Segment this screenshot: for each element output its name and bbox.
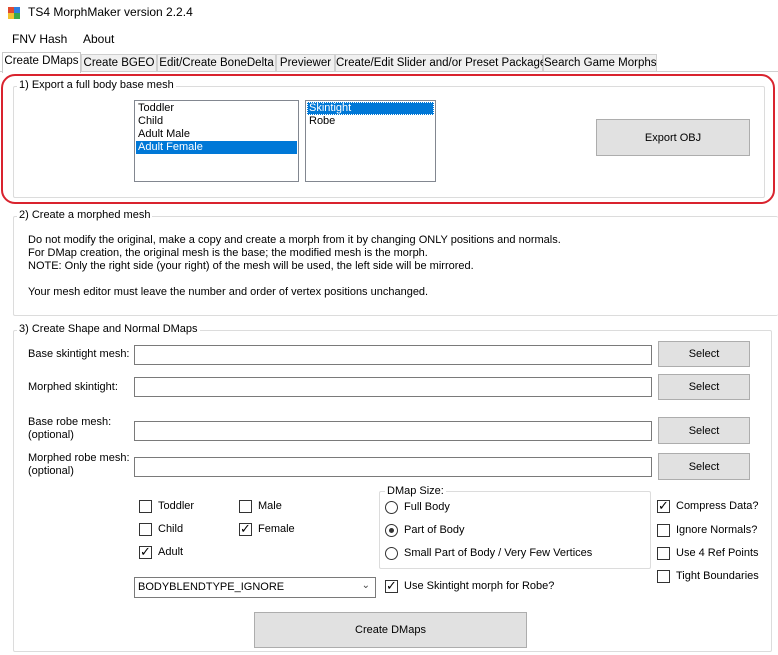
adult-label: Adult: [158, 546, 184, 558]
list-item-selected[interactable]: Adult Female: [136, 141, 297, 154]
window-title: TS4 MorphMaker version 2.2.4: [28, 5, 193, 19]
child-checkbox[interactable]: [139, 523, 152, 536]
small-part-label: Small Part of Body / Very Few Vertices: [404, 547, 593, 559]
age-listbox[interactable]: Toddler Child Adult Male Adult Female: [134, 100, 299, 182]
list-item-selected[interactable]: Skintight: [307, 102, 434, 115]
morphed-robe-input[interactable]: [134, 457, 652, 477]
tight-boundaries-checkbox[interactable]: [657, 570, 670, 583]
morphed-skintight-label: Morphed skintight:: [28, 381, 118, 393]
radio-dot-icon: [389, 528, 394, 533]
list-item[interactable]: Child: [136, 115, 297, 128]
title-bar: TS4 MorphMaker version 2.2.4: [0, 0, 778, 26]
use-ref-points-checkbox[interactable]: [657, 547, 670, 560]
tab-search-morphs[interactable]: Search Game Morphs: [543, 54, 657, 72]
select-base-robe-button[interactable]: Select: [658, 417, 750, 444]
select-morphed-skintight-button[interactable]: Select: [658, 374, 750, 400]
morphed-robe-optional-label: (optional): [28, 465, 74, 477]
list-item[interactable]: Toddler: [136, 102, 297, 115]
ignore-normals-checkbox[interactable]: [657, 524, 670, 537]
checkmark-icon: ✓: [240, 521, 251, 536]
base-skintight-label: Base skintight mesh:: [28, 348, 130, 360]
instruction-line: NOTE: Only the right side (your right) o…: [28, 260, 474, 272]
blend-type-dropdown[interactable]: BODYBLENDTYPE_IGNORE ⌄: [134, 577, 376, 598]
checkmark-icon: ✓: [386, 578, 397, 593]
use-ref-points-label: Use 4 Ref Points: [676, 547, 759, 559]
export-obj-button[interactable]: Export OBJ: [596, 119, 750, 156]
toddler-label: Toddler: [158, 500, 195, 512]
blend-type-value: BODYBLENDTYPE_IGNORE: [138, 581, 285, 593]
instruction-line: Your mesh editor must leave the number a…: [28, 286, 429, 298]
compress-data-label: Compress Data?: [676, 500, 759, 512]
compress-data-checkbox[interactable]: ✓: [657, 498, 670, 513]
create-dmaps-button[interactable]: Create DMaps: [254, 612, 527, 648]
morphed-robe-label: Morphed robe mesh:: [28, 452, 130, 464]
app-icon: [8, 7, 20, 19]
menu-about[interactable]: About: [83, 32, 114, 46]
select-base-skintight-button[interactable]: Select: [658, 341, 750, 367]
ignore-normals-label: Ignore Normals?: [676, 524, 758, 536]
section3-title: 3) Create Shape and Normal DMaps: [17, 323, 200, 335]
tab-strip: Create DMaps Create BGEO Edit/Create Bon…: [0, 52, 778, 73]
toddler-checkbox[interactable]: [139, 500, 152, 513]
base-robe-input[interactable]: [134, 421, 652, 441]
adult-checkbox[interactable]: ✓: [139, 544, 152, 559]
mesh-type-listbox[interactable]: Skintight Robe: [305, 100, 436, 182]
menu-bar: FNV Hash About: [0, 28, 778, 50]
tab-create-bgeo[interactable]: Create BGEO: [81, 54, 157, 72]
dmap-size-title: DMap Size:: [385, 485, 446, 497]
use-skintight-for-robe-label: Use Skintight morph for Robe?: [404, 580, 555, 592]
base-robe-label: Base robe mesh:: [28, 416, 112, 428]
use-skintight-for-robe-checkbox[interactable]: ✓: [385, 578, 398, 593]
part-of-body-radio[interactable]: [385, 524, 398, 537]
female-label: Female: [258, 523, 295, 535]
child-label: Child: [158, 523, 184, 535]
tab-previewer[interactable]: Previewer: [276, 54, 335, 72]
male-label: Male: [258, 500, 282, 512]
list-item[interactable]: Adult Male: [136, 128, 297, 141]
select-morphed-robe-button[interactable]: Select: [658, 453, 750, 480]
base-skintight-input[interactable]: [134, 345, 652, 365]
tab-create-dmaps[interactable]: Create DMaps: [2, 52, 81, 73]
female-checkbox[interactable]: ✓: [239, 521, 252, 536]
list-item[interactable]: Robe: [307, 115, 434, 128]
part-of-body-label: Part of Body: [404, 524, 465, 536]
instruction-line: For DMap creation, the original mesh is …: [28, 247, 428, 259]
section1-title: 1) Export a full body base mesh: [17, 79, 176, 91]
male-checkbox[interactable]: [239, 500, 252, 513]
checkmark-icon: ✓: [658, 498, 669, 513]
chevron-down-icon: ⌄: [361, 580, 370, 591]
tab-edit-bonedelta[interactable]: Edit/Create BoneDelta: [157, 54, 276, 72]
tab-slider-package[interactable]: Create/Edit Slider and/or Preset Package: [335, 54, 546, 72]
full-body-radio[interactable]: [385, 501, 398, 514]
full-body-label: Full Body: [404, 501, 450, 513]
morphed-skintight-input[interactable]: [134, 377, 652, 397]
section2-title: 2) Create a morphed mesh: [17, 209, 153, 221]
small-part-radio[interactable]: [385, 547, 398, 560]
tight-boundaries-label: Tight Boundaries: [676, 570, 759, 582]
instruction-line: Do not modify the original, make a copy …: [28, 234, 561, 246]
checkmark-icon: ✓: [140, 544, 151, 559]
base-robe-optional-label: (optional): [28, 429, 74, 441]
menu-fnv-hash[interactable]: FNV Hash: [12, 32, 67, 46]
